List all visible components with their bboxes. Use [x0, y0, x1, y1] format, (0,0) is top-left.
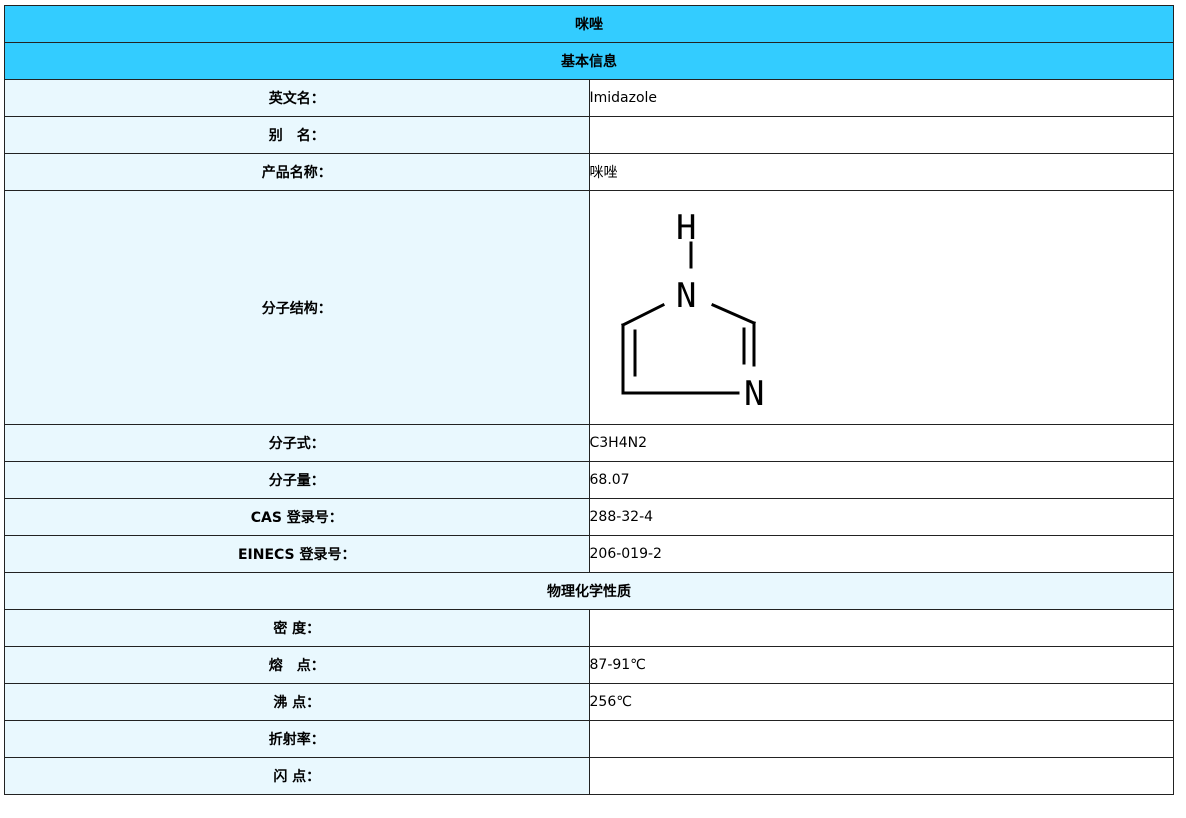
row-value: C3H4N2 — [588, 424, 1174, 462]
compound-title: 咪唑 — [4, 5, 1174, 43]
row-value — [588, 720, 1174, 758]
atom-label: N — [744, 374, 764, 414]
row-label: 英文名： — [4, 79, 590, 117]
row-label: 闪 点： — [4, 757, 590, 795]
section-header-physchem: 物理化学性质 — [4, 572, 1174, 610]
structure-wrapper: H N N — [590, 191, 1174, 424]
section-row-physchem: 物理化学性质 — [4, 572, 1174, 610]
compound-info-table: 咪唑 基本信息 英文名： Imidazole 别 名： 产品名称： 咪唑 分子结… — [4, 5, 1174, 795]
row-label: EINECS 登录号： — [4, 535, 590, 573]
atom-label: N — [676, 276, 696, 316]
info-row-einecs: EINECS 登录号： 206-019-2 — [4, 535, 1174, 573]
row-label: 熔 点： — [4, 646, 590, 684]
row-value — [588, 609, 1174, 647]
row-label: 别 名： — [4, 116, 590, 154]
bond-n1-right — [710, 303, 756, 325]
info-row-product-name: 产品名称： 咪唑 — [4, 153, 1174, 191]
info-row-boiling-point: 沸 点： 256℃ — [4, 683, 1174, 721]
info-row-refractive-index: 折射率： — [4, 720, 1174, 758]
row-value: 87-91℃ — [588, 646, 1174, 684]
row-label: 折射率： — [4, 720, 590, 758]
row-label: 产品名称： — [4, 153, 590, 191]
info-row-molecular-weight: 分子量： 68.07 — [4, 461, 1174, 499]
info-row-structure: 分子结构： H N N — [4, 190, 1174, 425]
row-value: 206-019-2 — [588, 535, 1174, 573]
row-value: Imidazole — [588, 79, 1174, 117]
info-row-formula: 分子式： C3H4N2 — [4, 424, 1174, 462]
info-row-alias: 别 名： — [4, 116, 1174, 154]
info-row-melting-point: 熔 点： 87-91℃ — [4, 646, 1174, 684]
row-label: 沸 点： — [4, 683, 590, 721]
row-label: 分子式： — [4, 424, 590, 462]
info-row-cas: CAS 登录号： 288-32-4 — [4, 498, 1174, 536]
row-value — [588, 757, 1174, 795]
section-row-basic: 基本信息 — [4, 42, 1174, 80]
row-label: CAS 登录号： — [4, 498, 590, 536]
row-label: 分子量： — [4, 461, 590, 499]
row-label: 分子结构： — [4, 190, 590, 425]
info-row-english-name: 英文名： Imidazole — [4, 79, 1174, 117]
row-value: 68.07 — [588, 461, 1174, 499]
title-row: 咪唑 — [4, 5, 1174, 43]
info-row-flash-point: 闪 点： — [4, 757, 1174, 795]
atom-label: H — [676, 208, 696, 248]
bond-left-upper — [620, 302, 665, 328]
structure-cell: H N N — [588, 190, 1174, 425]
row-value: 咪唑 — [588, 153, 1174, 191]
molecular-structure-image: H N N — [620, 208, 764, 414]
row-label: 密 度： — [4, 609, 590, 647]
info-row-density: 密 度： — [4, 609, 1174, 647]
row-value: 256℃ — [588, 683, 1174, 721]
section-header-basic-info: 基本信息 — [4, 42, 1174, 80]
row-value: 288-32-4 — [588, 498, 1174, 536]
row-value — [588, 116, 1174, 154]
